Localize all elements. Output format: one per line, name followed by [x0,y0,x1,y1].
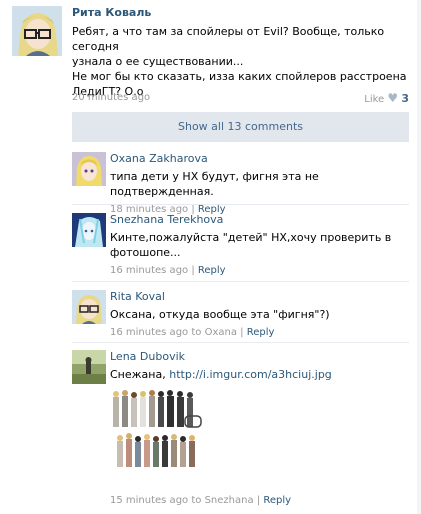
comment-text: типа дети у НХ будут, фигня эта не подтв… [110,170,319,198]
comment-text: Кинте,пожалуйста "детей" НХ,хочу провери… [110,230,407,260]
avatar[interactable] [72,152,106,186]
like-count: 3 [401,92,409,105]
comment-meta: 16 minutes ago to Oxana | Reply [110,326,407,339]
comment-author[interactable]: Snezhana Terekhova [110,213,407,227]
avatar[interactable] [72,290,106,324]
divider [72,342,409,343]
avatar[interactable] [72,213,106,247]
meta-separator: | [191,265,195,276]
scrollbar-track[interactable] [417,0,421,514]
comment-body: Rita Koval Оксана, откуда вообще эта "фи… [110,290,407,339]
comment: Oxana Zakharova типа дети у НХ будут, фи… [72,152,409,215]
comment-time[interactable]: 16 minutes ago [110,265,188,276]
divider [72,204,409,205]
comment-text: Снежана, http://i.imgur.com/a3hciuj.jpg [110,367,407,382]
figure-group [117,433,195,467]
meta-separator: | [240,327,244,338]
comment: Lena Dubovik Снежана, http://i.imgur.com… [72,350,409,510]
reply-to-name[interactable]: Oxana [205,327,237,338]
attached-image-drawing [110,386,222,484]
avatar[interactable] [12,6,62,56]
post-author[interactable]: Рита Коваль [72,6,408,20]
reply-to-name[interactable]: Snezhana [205,495,254,506]
comment-text-prefix: Снежана, [110,368,166,381]
like-label: Like [364,94,385,105]
comment-meta: 16 minutes ago | Reply [110,264,407,277]
comment-author[interactable]: Lena Dubovik [110,350,407,364]
post-time[interactable]: 20 minutes ago [72,92,150,103]
reply-link[interactable]: Reply [263,495,291,506]
comment-body: Oxana Zakharova типа дети у НХ будут, фи… [110,152,407,216]
comment: Snezhana Terekhova Кинте,пожалуйста "дет… [72,213,409,277]
comment-meta: 15 minutes ago to Snezhana | Reply [110,494,407,507]
reply-link[interactable]: Reply [247,327,275,338]
comment-time[interactable]: 15 minutes ago [110,495,188,506]
show-all-comments-button[interactable]: Show all 13 comments [72,112,409,142]
post-text-line: Ребят, а что там за спойлеры от Evil? Во… [72,25,385,53]
reply-link[interactable]: Reply [198,265,226,276]
comment-text: Оксана, откуда вообще эта "фигня"?) [110,308,330,321]
meta-separator: | [256,495,261,506]
reply-to-word: to [191,327,202,338]
post-text-line: узнала о ее существовании... [72,55,244,68]
heart-icon: ♥ [387,91,399,105]
comment-time[interactable]: 16 minutes ago [110,327,188,338]
like-button[interactable]: Like ♥ 3 [364,91,409,105]
avatar[interactable] [72,350,106,384]
reply-to-word: to [191,495,202,506]
image-link[interactable]: http://i.imgur.com/a3hciuj.jpg [169,368,332,381]
attached-image[interactable] [110,386,222,484]
post-text: Ребят, а что там за спойлеры от Evil? Во… [72,24,408,99]
comment-author[interactable]: Rita Koval [110,290,407,304]
comment-text-line: фотошопе... [110,246,181,259]
comment-body: Snezhana Terekhova Кинте,пожалуйста "дет… [110,213,407,277]
post-body: Рита Коваль Ребят, а что там за спойлеры… [72,6,408,99]
comment-author[interactable]: Oxana Zakharova [110,152,407,166]
comment-body: Lena Dubovik Снежана, http://i.imgur.com… [110,350,407,507]
comment-text-line: Кинте,пожалуйста "детей" НХ,хочу провери… [110,231,392,244]
comment: Rita Koval Оксана, откуда вообще эта "фи… [72,290,409,340]
post-text-line: Не мог бы кто сказать, изза каких спойле… [72,70,407,83]
divider [72,281,409,282]
